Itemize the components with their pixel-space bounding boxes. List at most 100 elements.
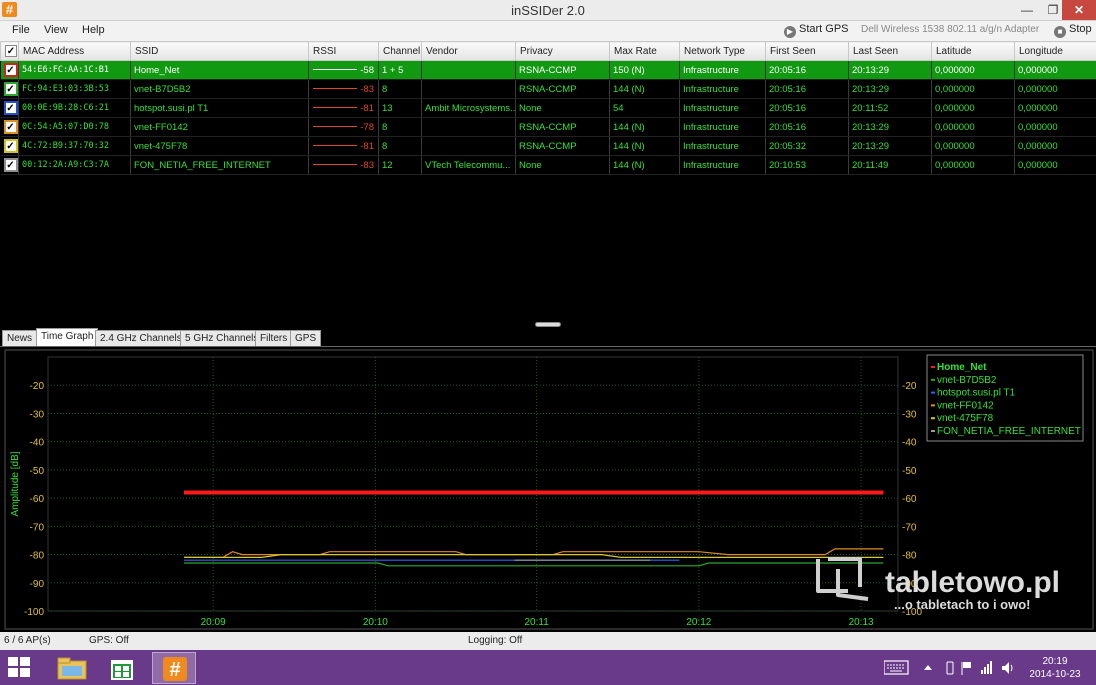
file-explorer-taskbar-button[interactable] bbox=[50, 652, 94, 684]
flag-icon[interactable] bbox=[961, 662, 971, 675]
watermark-tagline: ...o tabletach to i owo! bbox=[894, 597, 1031, 612]
wifi-signal-icon[interactable] bbox=[981, 661, 992, 674]
tab-5-ghz-channels[interactable]: 5 GHz Channels bbox=[180, 330, 264, 346]
battery-icon[interactable] bbox=[946, 661, 954, 675]
first-seen: 20:05:16 bbox=[765, 60, 849, 80]
time-graph-panel: -20 -20 -30 -30 -40 -40 -50 -50 -60 -60 -70 -70 -80 -… bbox=[0, 346, 1096, 632]
column-header[interactable]: Max Rate bbox=[609, 41, 680, 61]
stop-button[interactable]: ■ Stop bbox=[1054, 23, 1092, 38]
rssi-bar bbox=[313, 164, 357, 166]
channel: 8 bbox=[378, 136, 422, 156]
ssid: vnet-B7D5B2 bbox=[130, 79, 309, 99]
privacy: None bbox=[515, 98, 610, 118]
row-checkbox-cell[interactable]: ✓ bbox=[0, 136, 19, 156]
rssi-value: -83 bbox=[360, 159, 374, 171]
row-checkbox-cell[interactable]: ✓ bbox=[0, 155, 19, 175]
row-checkbox[interactable]: ✓ bbox=[4, 102, 17, 114]
column-header[interactable]: Latitude bbox=[931, 41, 1015, 61]
channel: 1 + 5 bbox=[378, 60, 422, 80]
column-header[interactable]: RSSI bbox=[308, 41, 379, 61]
select-all-checkbox-header[interactable]: ✓ bbox=[0, 41, 19, 61]
start-gps-button[interactable]: ▶ Start GPS bbox=[784, 23, 849, 38]
rssi-value: -78 bbox=[360, 121, 374, 133]
row-checkbox-cell[interactable]: ✓ bbox=[0, 117, 19, 137]
menu-file[interactable]: File bbox=[12, 24, 30, 36]
column-header[interactable]: Vendor bbox=[421, 41, 516, 61]
volume-icon[interactable] bbox=[1002, 662, 1013, 674]
vendor bbox=[421, 79, 516, 99]
table-row[interactable]: ✓ 00:0E:9B:28:C6:21 hotspot.susi.pl T1 -81 1… bbox=[0, 98, 1096, 118]
max-rate: 144 (N) bbox=[609, 79, 680, 99]
privacy: None bbox=[515, 155, 610, 175]
clock-date: 2014-10-23 bbox=[1029, 669, 1081, 680]
menu-view[interactable]: View bbox=[44, 24, 68, 36]
row-checkbox-cell[interactable]: ✓ bbox=[0, 60, 19, 80]
tab-2-4-ghz-channels[interactable]: 2.4 GHz Channels bbox=[95, 330, 187, 346]
tab-time-graph[interactable]: Time Graph bbox=[36, 328, 99, 346]
tab-gps[interactable]: GPS bbox=[290, 330, 322, 346]
row-checkbox[interactable]: ✓ bbox=[4, 83, 17, 95]
show-hidden-icons-icon[interactable] bbox=[924, 665, 932, 670]
taskbar-clock[interactable]: 20:19 2014-10-23 bbox=[1020, 655, 1090, 681]
row-checkbox[interactable]: ✓ bbox=[4, 121, 17, 133]
tab-news[interactable]: News bbox=[2, 330, 38, 346]
adapter-select[interactable]: Dell Wireless 1538 802.11 a/g/n Adapter bbox=[861, 24, 1039, 35]
max-rate: 150 (N) bbox=[609, 60, 680, 80]
network-type: Infrastructure bbox=[679, 60, 766, 80]
tab-strip: News Time Graph 2.4 GHz Channels 5 GHz Chan… bbox=[0, 328, 1096, 346]
menu-help[interactable]: Help bbox=[82, 24, 105, 36]
first-seen: 20:05:16 bbox=[765, 79, 849, 99]
first-seen: 20:05:32 bbox=[765, 136, 849, 156]
network-type: Infrastructure bbox=[679, 79, 766, 99]
legend-swatch bbox=[931, 430, 935, 432]
legend-entry: vnet-475F78 bbox=[937, 413, 994, 424]
mac-address: 4C:72:B9:37:70:32 bbox=[18, 136, 131, 156]
table-row[interactable]: ✓ 54:E6:FC:AA:1C:B1 Home_Net -58 1 + 5 RSNA-C… bbox=[0, 60, 1096, 80]
play-icon: ▶ bbox=[784, 26, 796, 38]
rssi-bar bbox=[313, 145, 357, 147]
rssi-value: -58 bbox=[360, 64, 374, 76]
select-all-checkbox[interactable]: ✓ bbox=[5, 45, 17, 57]
rssi-cell: -83 bbox=[308, 155, 379, 175]
row-checkbox[interactable]: ✓ bbox=[4, 140, 17, 152]
column-header[interactable]: Privacy bbox=[515, 41, 610, 61]
first-seen: 20:05:16 bbox=[765, 98, 849, 118]
mac-address: FC:94:E3:03:3B:53 bbox=[18, 79, 131, 99]
x-tick-label: 20:12 bbox=[686, 617, 711, 628]
windows-logo-icon bbox=[8, 657, 18, 666]
close-button[interactable]: ✕ bbox=[1062, 0, 1096, 20]
legend-swatch bbox=[931, 404, 935, 407]
table-row[interactable]: ✓ FC:94:E3:03:3B:53 vnet-B7D5B2 -83 8 RSNA-CC… bbox=[0, 79, 1096, 99]
column-header[interactable]: Channel bbox=[378, 41, 422, 61]
vendor bbox=[421, 60, 516, 80]
row-checkbox-cell[interactable]: ✓ bbox=[0, 79, 19, 99]
store-taskbar-button[interactable] bbox=[100, 652, 144, 684]
inssider-taskbar-button[interactable]: # bbox=[152, 652, 196, 684]
column-header[interactable]: First Seen bbox=[765, 41, 849, 61]
pane-splitter[interactable] bbox=[535, 322, 561, 327]
tab-filters[interactable]: Filters bbox=[255, 330, 293, 346]
rssi-cell: -81 bbox=[308, 98, 379, 118]
row-checkbox[interactable]: ✓ bbox=[4, 159, 17, 171]
table-row[interactable]: ✓ 0C:54:A5:07:D0:78 vnet-FF0142 -78 8 RSNA-CC… bbox=[0, 117, 1096, 137]
longitude: 0,000000 bbox=[1014, 60, 1096, 80]
table-row[interactable]: ✓ 00:12:2A:A9:C3:7A FON_NETIA_FREE_INTERNE… bbox=[0, 155, 1096, 175]
table-row[interactable]: ✓ 4C:72:B9:37:70:32 vnet-475F78 -81 8 RSNA-CC… bbox=[0, 136, 1096, 156]
y-axis-label: Amplitude [dB] bbox=[10, 451, 21, 516]
y-tick-label-right: -70 bbox=[902, 522, 917, 533]
column-header[interactable]: Last Seen bbox=[848, 41, 932, 61]
row-checkbox-cell[interactable]: ✓ bbox=[0, 98, 19, 118]
windows-start-button[interactable] bbox=[8, 657, 32, 679]
column-header[interactable]: MAC Address bbox=[18, 41, 131, 61]
minimize-button[interactable]: — bbox=[1014, 0, 1040, 20]
column-header[interactable]: SSID bbox=[130, 41, 309, 61]
column-header[interactable]: Network Type bbox=[679, 41, 766, 61]
system-tray bbox=[883, 658, 1014, 678]
table-header: ✓ MAC Address SSID RSSI Channel Vendor Privacy… bbox=[0, 41, 1096, 61]
table-body: ✓ 54:E6:FC:AA:1C:B1 Home_Net -58 1 + 5 RSNA-C… bbox=[0, 60, 1096, 175]
row-checkbox[interactable]: ✓ bbox=[4, 64, 17, 76]
keyboard-icon[interactable] bbox=[883, 660, 909, 675]
column-header[interactable]: Longitude bbox=[1014, 41, 1096, 61]
ssid: Home_Net bbox=[130, 60, 309, 80]
first-seen: 20:10:53 bbox=[765, 155, 849, 175]
